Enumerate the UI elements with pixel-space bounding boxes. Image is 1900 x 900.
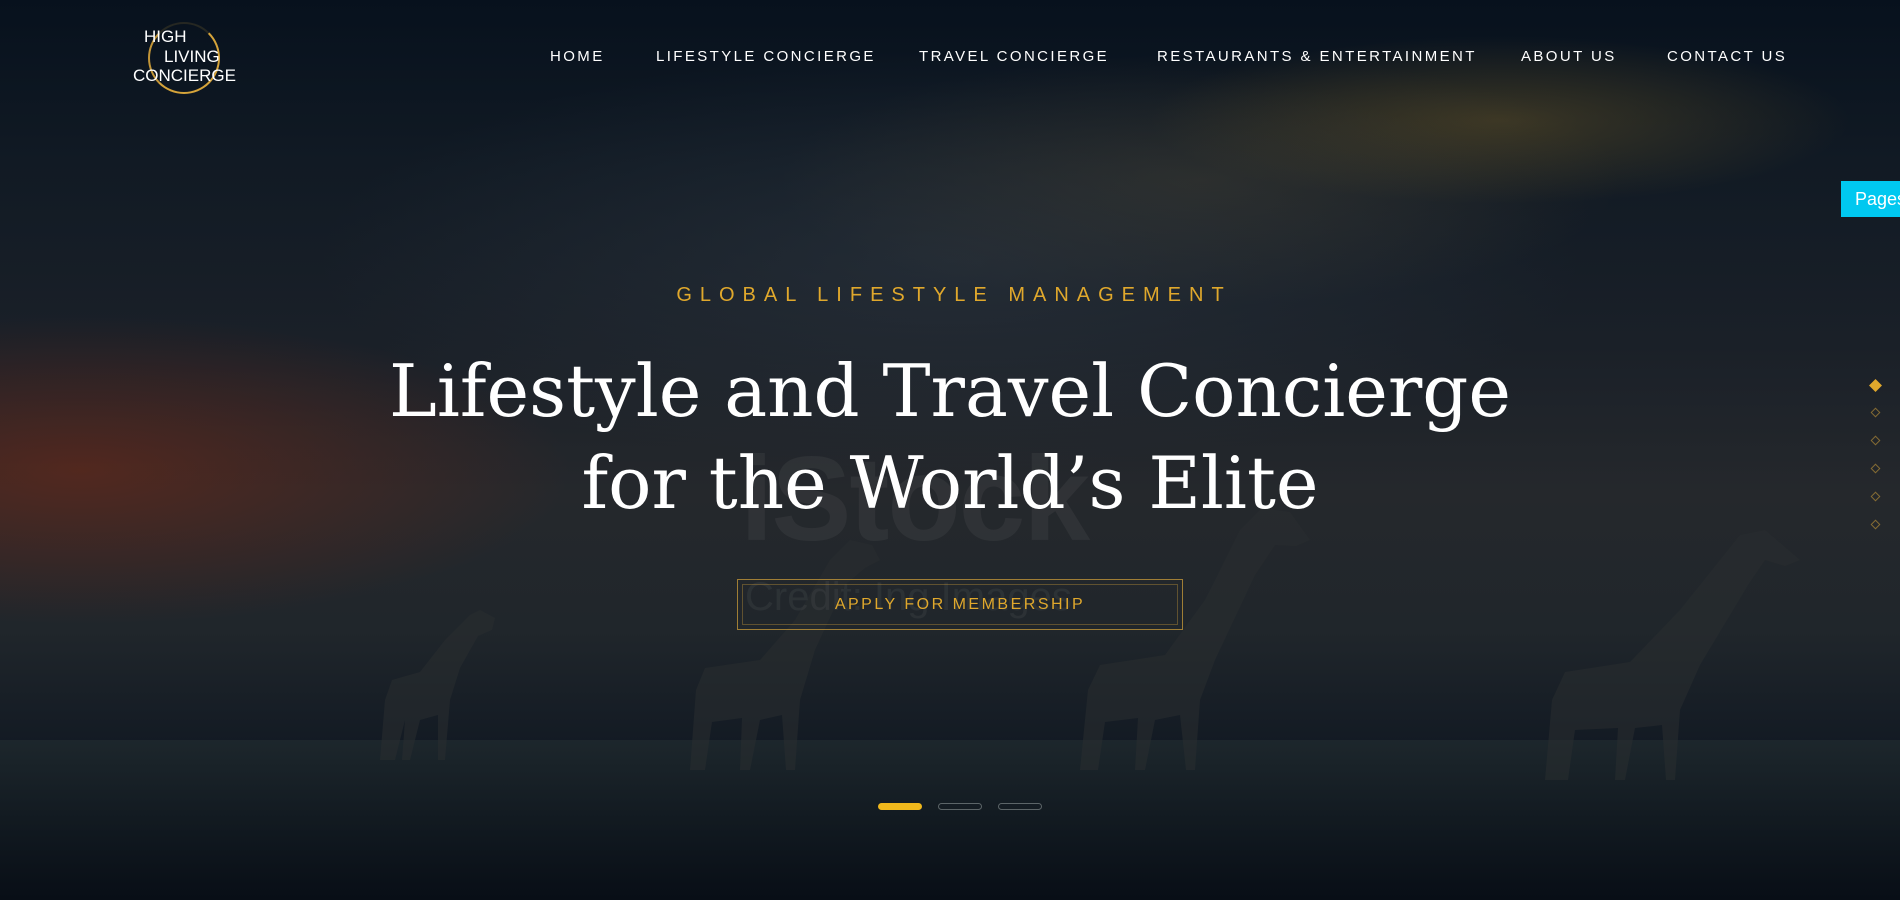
hero-slider-indicators xyxy=(878,803,1044,811)
main-navigation: HOME LIFESTYLE CONCIERGE TRAVEL CONCIERG… xyxy=(0,48,1900,68)
apply-membership-button[interactable]: APPLY FOR MEMBERSHIP xyxy=(737,579,1183,630)
section-dot-6[interactable] xyxy=(1870,519,1881,530)
nav-item-contact-us[interactable]: CONTACT US xyxy=(1667,48,1787,65)
section-dot-2[interactable] xyxy=(1870,407,1881,418)
section-dot-1[interactable] xyxy=(1869,379,1882,392)
hero-headline-line1: Lifestyle and Travel Concierge xyxy=(389,349,1511,433)
slide-indicator-2[interactable] xyxy=(938,803,982,810)
pages-tab[interactable]: Pages xyxy=(1841,181,1900,217)
slide-indicator-3[interactable] xyxy=(998,803,1042,810)
section-dots-nav xyxy=(1869,379,1884,541)
nav-item-restaurants-entertainment[interactable]: RESTAURANTS & ENTERTAINMENT xyxy=(1157,48,1477,65)
nav-item-about-us[interactable]: ABOUT US xyxy=(1521,48,1617,65)
nav-item-lifestyle-concierge[interactable]: LIFESTYLE CONCIERGE xyxy=(656,48,876,65)
slide-indicator-1[interactable] xyxy=(878,803,922,810)
section-dot-5[interactable] xyxy=(1870,491,1881,502)
hero-eyebrow: GLOBAL LIFESTYLE MANAGEMENT xyxy=(676,284,1232,306)
hero-section: iStock Credit: Ing Images HIGH LIVING CO… xyxy=(0,0,1900,900)
section-dot-4[interactable] xyxy=(1870,463,1881,474)
nav-item-home[interactable]: HOME xyxy=(550,48,605,65)
hero-headline-line2: for the World’s Elite xyxy=(581,441,1319,525)
apply-membership-label: APPLY FOR MEMBERSHIP xyxy=(834,595,1086,613)
section-dot-3[interactable] xyxy=(1870,435,1881,446)
logo-text-concierge: CONCIERGE xyxy=(133,66,236,85)
hero-headline: Lifestyle and Travel Concierge for the W… xyxy=(0,345,1900,529)
logo-text-high: HIGH xyxy=(144,27,187,46)
nav-item-travel-concierge[interactable]: TRAVEL CONCIERGE xyxy=(919,48,1109,65)
